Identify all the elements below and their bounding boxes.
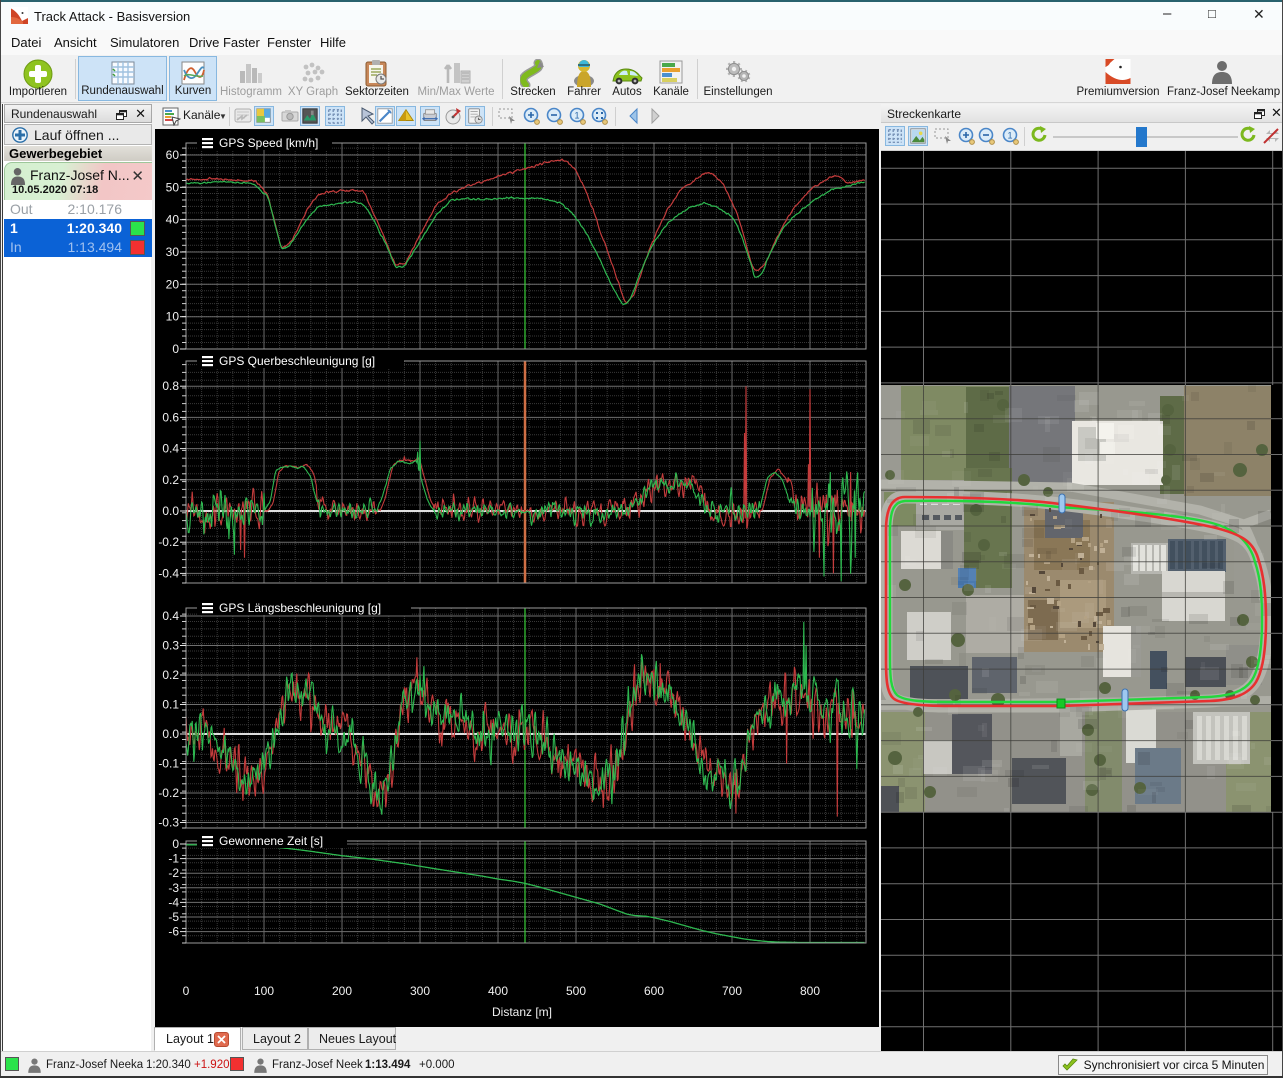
svg-text:300: 300 [410, 984, 430, 998]
svg-text:1: 1 [574, 111, 579, 121]
svg-text:50: 50 [166, 180, 180, 194]
svg-text:400: 400 [488, 984, 508, 998]
svg-text:Gewonnene Zeit [s]: Gewonnene Zeit [s] [219, 834, 323, 848]
svg-text:-3: -3 [168, 881, 179, 895]
svg-text:-0.1: -0.1 [158, 757, 179, 771]
svg-text:0: 0 [172, 342, 179, 356]
svg-text:0: 0 [183, 984, 190, 998]
svg-text:-0.4: -0.4 [158, 566, 179, 580]
svg-text:600: 600 [644, 984, 664, 998]
svg-text:GPS Querbeschleunigung [g]: GPS Querbeschleunigung [g] [219, 354, 375, 368]
svg-text:10: 10 [166, 310, 180, 324]
svg-text:GPS Längsbeschleunigung [g]: GPS Längsbeschleunigung [g] [219, 601, 381, 615]
svg-text:20: 20 [166, 277, 180, 291]
svg-text:0.2: 0.2 [162, 473, 179, 487]
svg-text:0.1: 0.1 [162, 698, 179, 712]
svg-text:-6: -6 [168, 925, 179, 939]
svg-text:Distanz [m]: Distanz [m] [492, 1005, 552, 1019]
svg-text:700: 700 [722, 984, 742, 998]
svg-text:0.8: 0.8 [162, 379, 179, 393]
svg-text:0: 0 [172, 837, 179, 851]
svg-text:-2: -2 [168, 866, 179, 880]
svg-text:0.0: 0.0 [162, 504, 179, 518]
svg-text:-5: -5 [168, 910, 179, 924]
svg-text:800: 800 [800, 984, 820, 998]
svg-text:0.4: 0.4 [162, 442, 179, 456]
svg-text:60: 60 [166, 148, 180, 162]
svg-text:-0.2: -0.2 [158, 786, 179, 800]
svg-text:0.6: 0.6 [162, 410, 179, 424]
svg-text:40: 40 [166, 213, 180, 227]
svg-text:0.0: 0.0 [162, 727, 179, 741]
svg-text:GPS Speed [km/h]: GPS Speed [km/h] [219, 136, 318, 150]
svg-text:0.2: 0.2 [162, 668, 179, 682]
svg-text:100: 100 [254, 984, 274, 998]
svg-text:-0.2: -0.2 [158, 535, 179, 549]
svg-text:200: 200 [332, 984, 352, 998]
svg-text:0.4: 0.4 [162, 609, 179, 623]
svg-text:500: 500 [566, 984, 586, 998]
svg-text:0.3: 0.3 [162, 639, 179, 653]
svg-text:30: 30 [166, 245, 180, 259]
svg-text:1: 1 [1007, 131, 1012, 141]
svg-text:-4: -4 [168, 895, 179, 909]
svg-text:-1: -1 [168, 852, 179, 866]
svg-text:-0.3: -0.3 [158, 816, 179, 830]
